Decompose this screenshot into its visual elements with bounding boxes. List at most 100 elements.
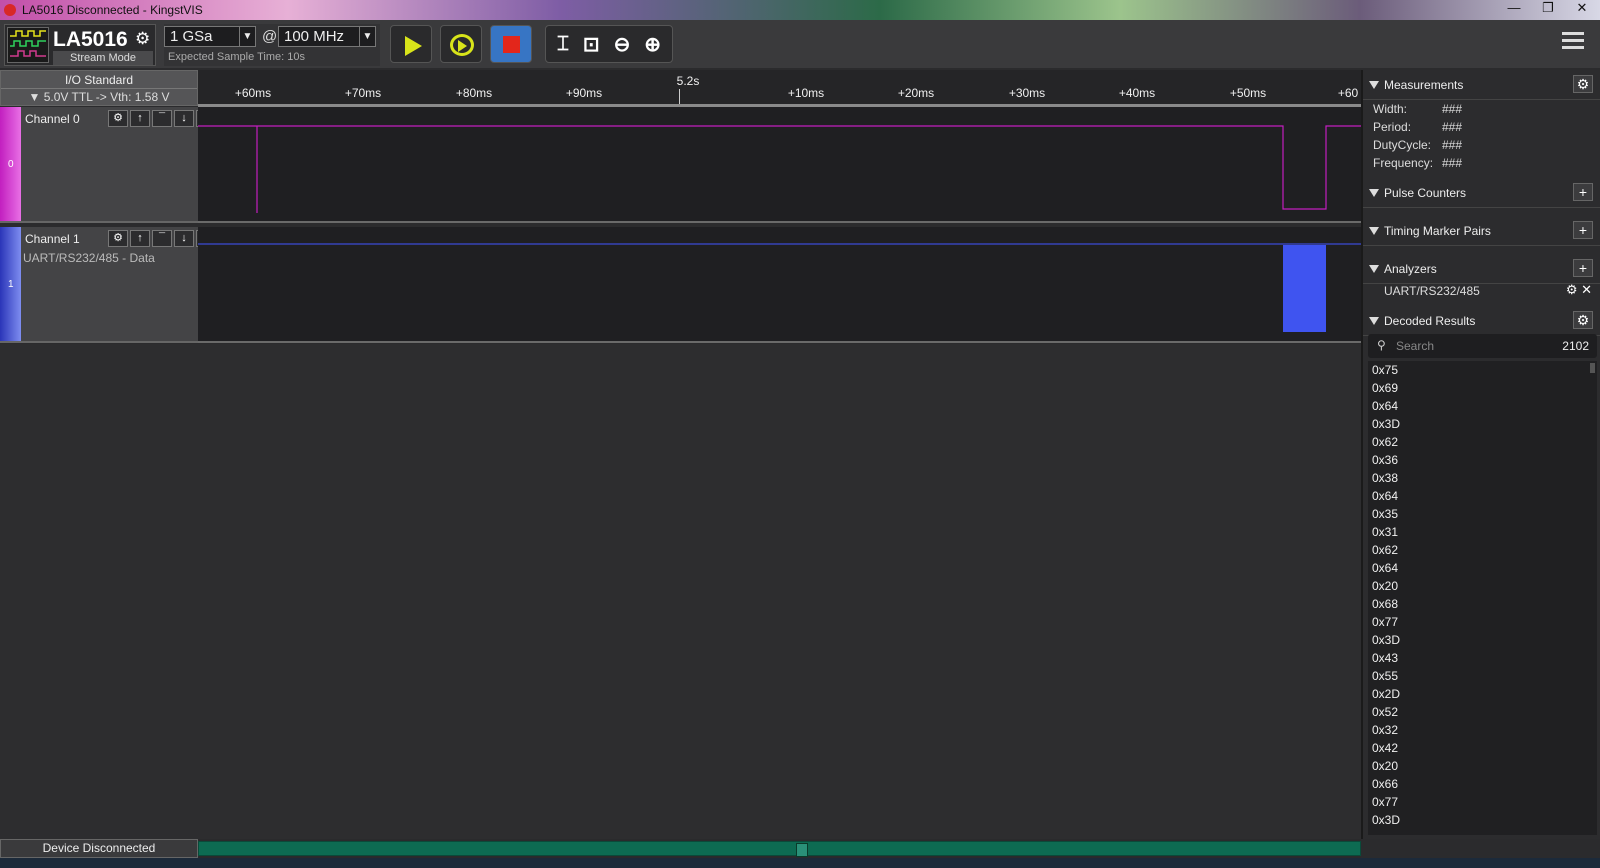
decoded-result-item[interactable]: 0x38 — [1368, 469, 1597, 487]
high-level-trigger-icon[interactable]: ¯ — [152, 110, 172, 127]
sample-rate-select[interactable]: 100 MHz ▼ — [278, 26, 376, 47]
io-standard-title: I/O Standard — [1, 71, 197, 89]
view-tools: ⌶ ⊡ ⊖ ⊕ — [545, 25, 673, 63]
restore-button[interactable]: ❐ — [1538, 0, 1558, 16]
expected-sample-time: Expected Sample Time: 10s — [168, 51, 305, 63]
measurements-settings-gear-icon[interactable]: ⚙ — [1573, 75, 1593, 93]
minimize-button[interactable]: — — [1504, 0, 1524, 16]
add-pulse-counter-plus-icon[interactable]: + — [1573, 183, 1593, 201]
ruler-tick: +90ms — [565, 86, 603, 100]
zoom-in-icon[interactable]: ⊕ — [644, 32, 661, 57]
channel-settings-gear-icon[interactable]: ⚙ — [108, 110, 128, 127]
decoded-result-item[interactable]: 0x42 — [1368, 739, 1597, 757]
decoded-result-item[interactable]: 0x3D — [1368, 415, 1597, 433]
decoded-result-item[interactable]: 0x68 — [1368, 595, 1597, 613]
analyzers-header[interactable]: Analyzers + — [1363, 254, 1600, 284]
decoded-result-item[interactable]: 0x32 — [1368, 721, 1597, 739]
loop-start-button[interactable] — [440, 25, 482, 63]
collapse-triangle-icon — [1369, 189, 1379, 197]
measurement-key: Frequency: — [1373, 156, 1434, 170]
io-standard-select[interactable]: ▼ 5.0V TTL -> Vth: 1.58 V — [1, 89, 197, 106]
decoded-result-item[interactable]: 0x69 — [1368, 379, 1597, 397]
measurement-value: ### — [1442, 120, 1463, 134]
timeline-scroll-thumb[interactable] — [796, 843, 808, 857]
results-scroll-thumb[interactable] — [1590, 363, 1595, 373]
device-settings-gear-icon[interactable]: ⚙ — [135, 29, 150, 49]
sample-depth-value: 1 GSa — [170, 28, 213, 45]
decoded-result-item[interactable]: 0x75 — [1368, 361, 1597, 379]
decoded-result-item[interactable]: 0x2D — [1368, 685, 1597, 703]
channel-0-waveform[interactable] — [198, 107, 1361, 223]
app-icon — [4, 4, 16, 16]
timing-marker-pairs-label: Timing Marker Pairs — [1384, 224, 1491, 238]
decoded-search-input[interactable]: ⚲ Search 2102 — [1368, 334, 1597, 358]
decoded-result-item[interactable]: 0x64 — [1368, 397, 1597, 415]
measurement-row: Width: ### — [1373, 102, 1462, 116]
analyzer-settings-gear-icon[interactable]: ⚙ — [1566, 282, 1578, 297]
analyzer-item[interactable]: UART/RS232/485 — [1384, 284, 1480, 298]
decoded-result-item[interactable]: 0x3D — [1368, 811, 1597, 829]
decoded-results-list[interactable]: 0x75 0x69 0x64 0x3D 0x62 0x36 0x38 0x64 0x35 0x31… — [1368, 361, 1597, 835]
ruler-tick: +60ms — [234, 86, 272, 100]
decoded-results-label: Decoded Results — [1384, 314, 1476, 328]
channel-1-number: 1 — [8, 279, 14, 290]
zoom-out-icon[interactable]: ⊖ — [614, 32, 631, 57]
decoded-result-item[interactable]: 0x62 — [1368, 433, 1597, 451]
decoded-result-item[interactable]: 0x35 — [1368, 505, 1597, 523]
zoom-fit-icon[interactable]: ⊡ — [583, 32, 600, 57]
decoded-result-item[interactable]: 0x66 — [1368, 775, 1597, 793]
add-analyzer-plus-icon[interactable]: + — [1573, 259, 1593, 277]
decoded-result-item[interactable]: 0x64 — [1368, 559, 1597, 577]
decoded-result-item[interactable]: 0x20 — [1368, 757, 1597, 775]
falling-edge-trigger-icon[interactable]: ↓ — [174, 110, 194, 127]
rising-edge-trigger-icon[interactable]: ↑ — [130, 110, 150, 127]
decoded-result-item[interactable]: 0x52 — [1368, 703, 1597, 721]
decoded-count: 2102 — [1562, 339, 1589, 353]
channel-settings-gear-icon[interactable]: ⚙ — [108, 230, 128, 247]
start-button[interactable] — [390, 25, 432, 63]
io-standard-panel: I/O Standard ▼ 5.0V TTL -> Vth: 1.58 V — [0, 70, 198, 106]
hamburger-menu-icon[interactable] — [1562, 32, 1584, 52]
decoded-result-item[interactable]: 0x31 — [1368, 523, 1597, 541]
measurement-key: Period: — [1373, 120, 1412, 134]
decoded-result-item[interactable]: 0x77 — [1368, 613, 1597, 631]
pulse-counters-header[interactable]: Pulse Counters + — [1363, 178, 1600, 208]
decoded-result-item[interactable]: 0x64 — [1368, 487, 1597, 505]
measurement-key: DutyCycle: — [1373, 138, 1432, 152]
falling-edge-trigger-icon[interactable]: ↓ — [174, 230, 194, 247]
measurement-value: ### — [1442, 156, 1463, 170]
decoded-results-header[interactable]: Decoded Results ⚙ — [1363, 306, 1600, 336]
measurement-key: Width: — [1373, 102, 1408, 116]
timeline-scrollbar[interactable] — [198, 841, 1361, 857]
measurements-label: Measurements — [1384, 78, 1464, 92]
high-level-trigger-icon[interactable]: ¯ — [152, 230, 172, 247]
rising-edge-trigger-icon[interactable]: ↑ — [130, 230, 150, 247]
text-cursor-icon[interactable]: ⌶ — [557, 33, 569, 56]
timing-marker-pairs-header[interactable]: Timing Marker Pairs + — [1363, 216, 1600, 246]
time-ruler[interactable]: 5.2s +60ms +70ms +80ms +90ms +10ms +20ms… — [198, 70, 1361, 107]
channel-1-waveform[interactable] — [198, 227, 1361, 343]
analyzer-remove-close-icon[interactable]: ✕ — [1581, 282, 1592, 297]
loop-play-icon — [450, 34, 474, 56]
measurements-header[interactable]: Measurements ⚙ — [1363, 70, 1600, 100]
decoded-result-item[interactable]: 0x55 — [1368, 667, 1597, 685]
decoded-results-settings-gear-icon[interactable]: ⚙ — [1573, 311, 1593, 329]
stream-mode-label[interactable]: Stream Mode — [53, 51, 153, 65]
channel-0-name[interactable]: Channel 0 — [25, 112, 80, 126]
ruler-center-line — [679, 89, 680, 104]
decoded-result-item[interactable]: 0x43 — [1368, 649, 1597, 667]
stop-button[interactable] — [490, 25, 532, 63]
decoded-result-item[interactable]: 0x62 — [1368, 541, 1597, 559]
device-box: LA5016 ⚙ Stream Mode — [4, 24, 156, 66]
right-panel: Measurements ⚙ Width: ### Period: ### Duty… — [1361, 70, 1600, 839]
decoded-result-item[interactable]: 0x20 — [1368, 577, 1597, 595]
close-window-button[interactable]: ✕ — [1572, 0, 1592, 16]
decoded-result-item[interactable]: 0x36 — [1368, 451, 1597, 469]
channel-1-name[interactable]: Channel 1 — [25, 232, 80, 246]
measurement-row: Period: ### — [1373, 120, 1462, 134]
add-timing-marker-plus-icon[interactable]: + — [1573, 221, 1593, 239]
ruler-tick: +40ms — [1118, 86, 1156, 100]
sample-depth-select[interactable]: 1 GSa ▼ — [164, 26, 256, 47]
decoded-result-item[interactable]: 0x77 — [1368, 793, 1597, 811]
decoded-result-item[interactable]: 0x3D — [1368, 631, 1597, 649]
